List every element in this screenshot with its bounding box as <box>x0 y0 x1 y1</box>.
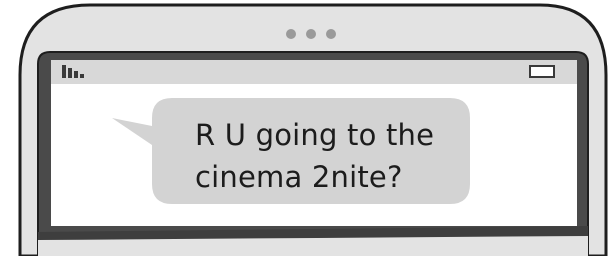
speaker-dots <box>286 29 336 39</box>
battery-icon <box>529 65 555 78</box>
message-line: R U going to the <box>195 118 435 152</box>
speaker-dot <box>306 29 316 39</box>
message-text: R U going to the cinema 2nite? <box>195 114 465 198</box>
speaker-dot <box>286 29 296 39</box>
status-bar <box>51 60 577 84</box>
phone-illustration: R U going to the cinema 2nite? <box>0 0 615 256</box>
message-line: cinema 2nite? <box>195 160 403 194</box>
speaker-dot <box>326 29 336 39</box>
